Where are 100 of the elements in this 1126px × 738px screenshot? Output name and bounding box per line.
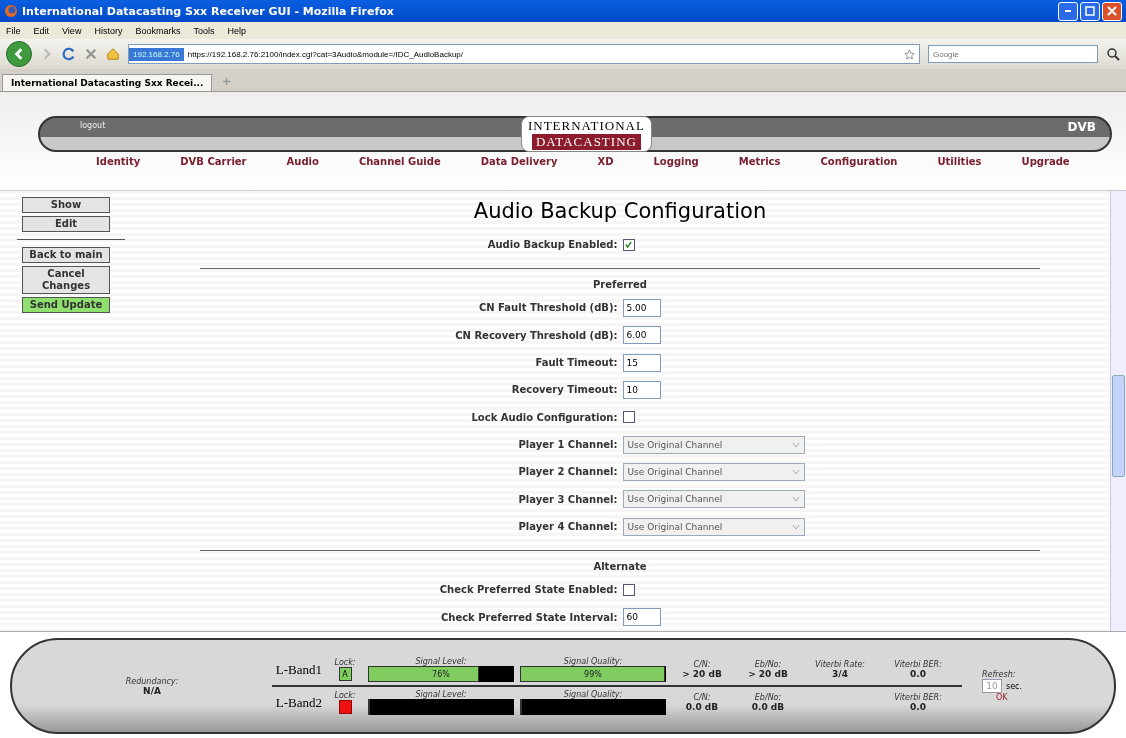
nav-link[interactable]: XD (597, 155, 614, 167)
caret-icon (791, 441, 800, 448)
nav-link[interactable]: Data Delivery (480, 155, 558, 167)
search-icon[interactable] (1106, 47, 1120, 61)
signal-level-meter: 76% (368, 666, 514, 682)
side-button[interactable]: Send Update (22, 297, 110, 313)
field-label: Audio Backup Enabled: (486, 239, 619, 251)
viterbi-ber-value: 0.0 (910, 669, 926, 679)
close-icon (1107, 6, 1117, 16)
redundancy-label: Redundancy: (125, 676, 179, 686)
window-title: International Datacasting Sxx Receiver GUI - Mozilla Firefox (22, 4, 395, 18)
nav-link[interactable]: Utilities (937, 155, 982, 167)
input-field[interactable]: 15 (622, 353, 661, 372)
signal-quality-label: Signal Quality: (563, 690, 623, 699)
input-field[interactable]: 10 (622, 380, 661, 399)
checkbox[interactable] (622, 238, 635, 251)
menu-item[interactable]: Edit (33, 25, 50, 36)
ebno-value: 0.0 dB (751, 702, 785, 712)
signal-quality-meter: 99% (520, 666, 666, 682)
field-label: Player 4 Channel: (517, 521, 619, 533)
refresh-label: Refresh: (982, 670, 1016, 679)
url-text: https://192.168.2.76:2100/index.cgi?cat=3Audio&module=/IDC_AudioBackup/ (187, 49, 465, 59)
signal-level-label: Signal Level: (415, 657, 467, 666)
address-field[interactable]: 192.168.2.76 https://192.168.2.76:2100/index.cgi?cat=3Audio&module=/IDC_AudioBackup/ (128, 44, 920, 64)
field-label: Lock Audio Configuration: (470, 411, 619, 423)
dvb-label: DVB (1067, 119, 1096, 134)
nav-link[interactable]: Logging (653, 155, 699, 167)
section-title: Alternate (593, 561, 647, 573)
cn-value: > 20 dB (682, 669, 722, 679)
refresh-status: OK (995, 693, 1008, 702)
nav-link[interactable]: Configuration (820, 155, 898, 167)
cn-label: C/N: (693, 660, 711, 669)
field-label: CN Fault Threshold (dB): (477, 302, 619, 314)
logout-link[interactable]: logout (80, 120, 106, 130)
caret-icon (791, 523, 800, 530)
close-button[interactable] (1102, 1, 1122, 21)
viterbi-ber-label: Viterbi BER: (894, 660, 942, 669)
band-name: L-Band2 (274, 694, 322, 711)
cn-value: 0.0 dB (685, 702, 719, 712)
band-name: L-Band1 (274, 661, 322, 678)
field-label: Recovery Timeout: (510, 384, 619, 396)
input-field[interactable]: 6.00 (622, 326, 661, 345)
field-label: Player 3 Channel: (517, 493, 619, 505)
menu-item[interactable]: History (94, 25, 123, 36)
cn-label: C/N: (693, 693, 711, 702)
checkbox[interactable] (622, 583, 635, 596)
field-label: Fault Timeout: (534, 357, 619, 369)
signal-level-label: Signal Level: (415, 690, 467, 699)
side-button[interactable]: Back to main (22, 247, 110, 263)
nav-link[interactable]: Identity (96, 155, 141, 167)
browser-tab[interactable]: International Datacasting Sxx Recei... (2, 74, 213, 91)
redundancy-value: N/A (143, 685, 161, 696)
input-field[interactable]: 5.00 (622, 299, 661, 317)
side-button[interactable]: Cancel Changes (22, 266, 110, 294)
nav-link[interactable]: Audio (286, 155, 319, 167)
input-field[interactable]: 60 (622, 608, 661, 627)
nav-link[interactable]: Metrics (738, 155, 781, 167)
menu-item[interactable]: Tools (193, 25, 215, 36)
signal-quality-label: Signal Quality: (563, 657, 623, 666)
checkbox[interactable] (622, 411, 635, 424)
caret-icon (791, 468, 800, 475)
site-identity-label: 192.168.2.76 (129, 47, 184, 61)
minimize-button[interactable] (1058, 1, 1078, 21)
lock-indicator: A (338, 667, 352, 681)
browser-logo-icon (4, 4, 18, 18)
side-button[interactable]: Edit (22, 216, 110, 232)
menu-item[interactable]: Help (227, 25, 246, 36)
menu-item[interactable]: File (6, 25, 21, 36)
lock-label: Lock: (334, 658, 356, 667)
minimize-icon (1065, 10, 1071, 12)
menu-item[interactable]: Bookmarks (135, 25, 181, 36)
field-label: Player 2 Channel: (517, 466, 619, 478)
back-button[interactable] (6, 41, 32, 67)
nav-link[interactable]: Channel Guide (358, 155, 441, 167)
refresh-unit: sec. (1006, 681, 1023, 691)
maximize-button[interactable] (1080, 1, 1100, 21)
ebno-label: Eb/No: (754, 660, 782, 669)
field-label: Player 1 Channel: (517, 439, 619, 451)
reload-icon[interactable] (62, 47, 76, 61)
ebno-value: > 20 dB (748, 669, 788, 679)
side-button[interactable]: Show (22, 197, 110, 213)
star-icon[interactable] (904, 48, 915, 60)
ebno-label: Eb/No: (754, 693, 782, 702)
section-title: Preferred (593, 279, 647, 291)
scrollbar[interactable] (1110, 191, 1126, 631)
company-logo: INTERNATIONAL DATACASTING (520, 115, 652, 152)
menu-item[interactable]: View (62, 25, 82, 36)
nav-link[interactable]: DVB Carrier (180, 155, 247, 167)
caret-icon (791, 496, 800, 503)
search-field[interactable]: Google (928, 45, 1098, 63)
maximize-icon (1085, 6, 1095, 16)
viterbi-rate-value: 3/4 (832, 669, 848, 679)
field-label: CN Recovery Threshold (dB): (454, 329, 619, 341)
nav-link[interactable]: Upgrade (1021, 155, 1070, 167)
viterbi-rate-label: Viterbi Rate: (814, 660, 866, 669)
viterbi-ber-label: Viterbi BER: (894, 693, 942, 702)
lock-label: Lock: (334, 691, 356, 700)
field-label: Check Preferred State Enabled: (438, 584, 619, 596)
field-label: Check Preferred State Interval: (439, 611, 619, 623)
viterbi-ber-value: 0.0 (910, 702, 926, 712)
